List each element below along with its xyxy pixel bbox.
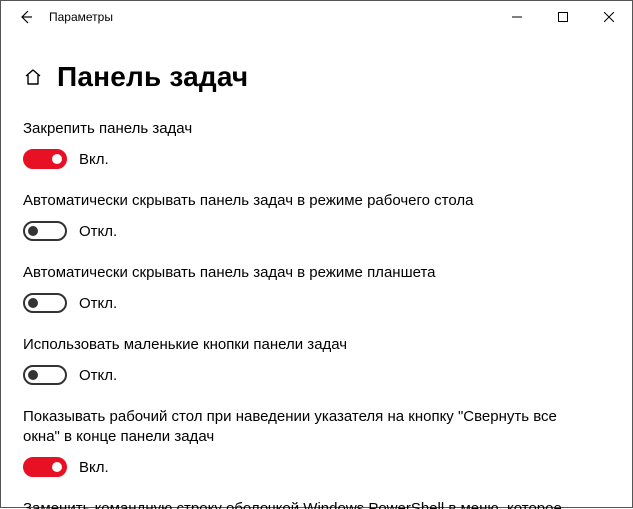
toggle-autohide-desktop[interactable] bbox=[23, 221, 67, 241]
toggle-state: Откл. bbox=[79, 223, 117, 240]
window-controls bbox=[494, 1, 632, 33]
setting-peek-desktop: Показывать рабочий стол при наведении ук… bbox=[23, 407, 610, 477]
page-title: Панель задач bbox=[57, 61, 248, 93]
maximize-button[interactable] bbox=[540, 1, 586, 33]
setting-autohide-tablet: Автоматически скрывать панель задач в ре… bbox=[23, 263, 610, 313]
toggle-lock-taskbar[interactable] bbox=[23, 149, 67, 169]
toggle-peek-desktop[interactable] bbox=[23, 457, 67, 477]
setting-small-buttons: Использовать маленькие кнопки панели зад… bbox=[23, 335, 610, 385]
home-icon[interactable] bbox=[23, 67, 43, 87]
setting-lock-taskbar: Закрепить панель задач Вкл. bbox=[23, 119, 610, 169]
close-button[interactable] bbox=[586, 1, 632, 33]
toggle-small-buttons[interactable] bbox=[23, 365, 67, 385]
window-title: Параметры bbox=[49, 10, 113, 24]
minimize-button[interactable] bbox=[494, 1, 540, 33]
titlebar: Параметры bbox=[1, 1, 632, 33]
setting-label: Использовать маленькие кнопки панели зад… bbox=[23, 335, 583, 355]
setting-label: Автоматически скрывать панель задач в ре… bbox=[23, 263, 583, 283]
toggle-state: Откл. bbox=[79, 295, 117, 312]
setting-label: Показывать рабочий стол при наведении ук… bbox=[23, 407, 583, 447]
page-header: Панель задач bbox=[23, 61, 610, 93]
toggle-autohide-tablet[interactable] bbox=[23, 293, 67, 313]
setting-autohide-desktop: Автоматически скрывать панель задач в ре… bbox=[23, 191, 610, 241]
content-area: Панель задач Закрепить панель задач Вкл.… bbox=[1, 33, 632, 509]
toggle-state: Откл. bbox=[79, 367, 117, 384]
toggle-state: Вкл. bbox=[79, 151, 109, 168]
setting-label: Автоматически скрывать панель задач в ре… bbox=[23, 191, 583, 211]
setting-label: Закрепить панель задач bbox=[23, 119, 583, 139]
back-button[interactable] bbox=[11, 1, 41, 33]
toggle-state: Вкл. bbox=[79, 459, 109, 476]
